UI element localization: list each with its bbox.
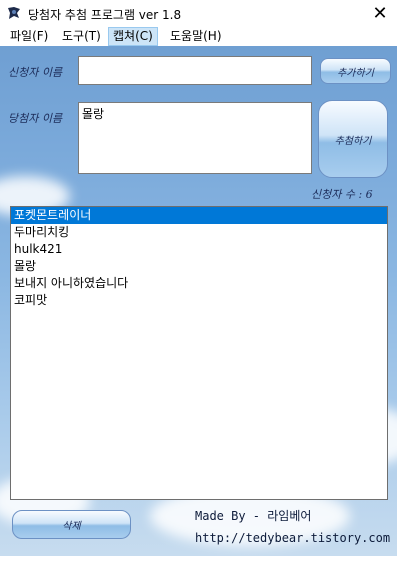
menu-bar: 파일(F) 도구(T) 캡쳐(C) 도움말(H) — [0, 27, 397, 46]
winner-name-label: 당첨자 이름 — [8, 112, 63, 125]
list-item[interactable]: 포켓몬트레이너 — [11, 207, 387, 224]
winner-name-value: 몰랑 — [82, 107, 105, 121]
main-panel: 신청자 이름 추가하기 당첨자 이름 몰랑 추첨하기 신청자 수 : 6 포켓몬… — [0, 46, 397, 556]
menu-file[interactable]: 파일(F) — [6, 28, 52, 45]
title-bar: 당첨자 추첨 프로그램 ver 1.8 ✕ — [0, 0, 397, 27]
applicant-name-input[interactable] — [78, 56, 312, 85]
add-button-label: 추가하기 — [337, 67, 374, 79]
close-button[interactable]: ✕ — [363, 0, 397, 27]
applicant-name-label: 신청자 이름 — [8, 66, 63, 79]
menu-tools[interactable]: 도구(T) — [58, 28, 105, 45]
window-title: 당첨자 추첨 프로그램 ver 1.8 — [28, 8, 182, 22]
made-by-text: Made By - 라임베어 — [195, 509, 312, 523]
list-item[interactable]: 코피맛 — [11, 292, 387, 309]
draw-button-label: 추첨하기 — [334, 135, 372, 147]
menu-capture[interactable]: 캡쳐(C) — [108, 27, 158, 46]
menu-help[interactable]: 도움말(H) — [166, 28, 226, 45]
app-icon — [8, 7, 20, 19]
desktop-background — [0, 556, 397, 578]
draw-button[interactable]: 추첨하기 — [318, 100, 388, 178]
list-item[interactable]: 두마리치킹 — [11, 224, 387, 241]
list-item[interactable]: 몰랑 — [11, 258, 387, 275]
delete-button-label: 삭제 — [62, 521, 81, 532]
website-link[interactable]: http://tedybear.tistory.com — [195, 531, 390, 545]
applicant-list[interactable]: 포켓몬트레이너 두마리치킹 hulk421 몰랑 보내지 아니하였습니다 코피맛 — [10, 206, 388, 500]
add-button[interactable]: 추가하기 — [320, 58, 391, 84]
app-window: 당첨자 추첨 프로그램 ver 1.8 ✕ 파일(F) 도구(T) 캡쳐(C) … — [0, 0, 397, 556]
list-item[interactable]: hulk421 — [11, 241, 387, 258]
delete-button[interactable]: 삭제 — [12, 510, 131, 539]
list-item[interactable]: 보내지 아니하였습니다 — [11, 275, 387, 292]
winner-name-field[interactable]: 몰랑 — [78, 102, 312, 174]
applicant-count: 신청자 수 : 6 — [311, 188, 373, 201]
